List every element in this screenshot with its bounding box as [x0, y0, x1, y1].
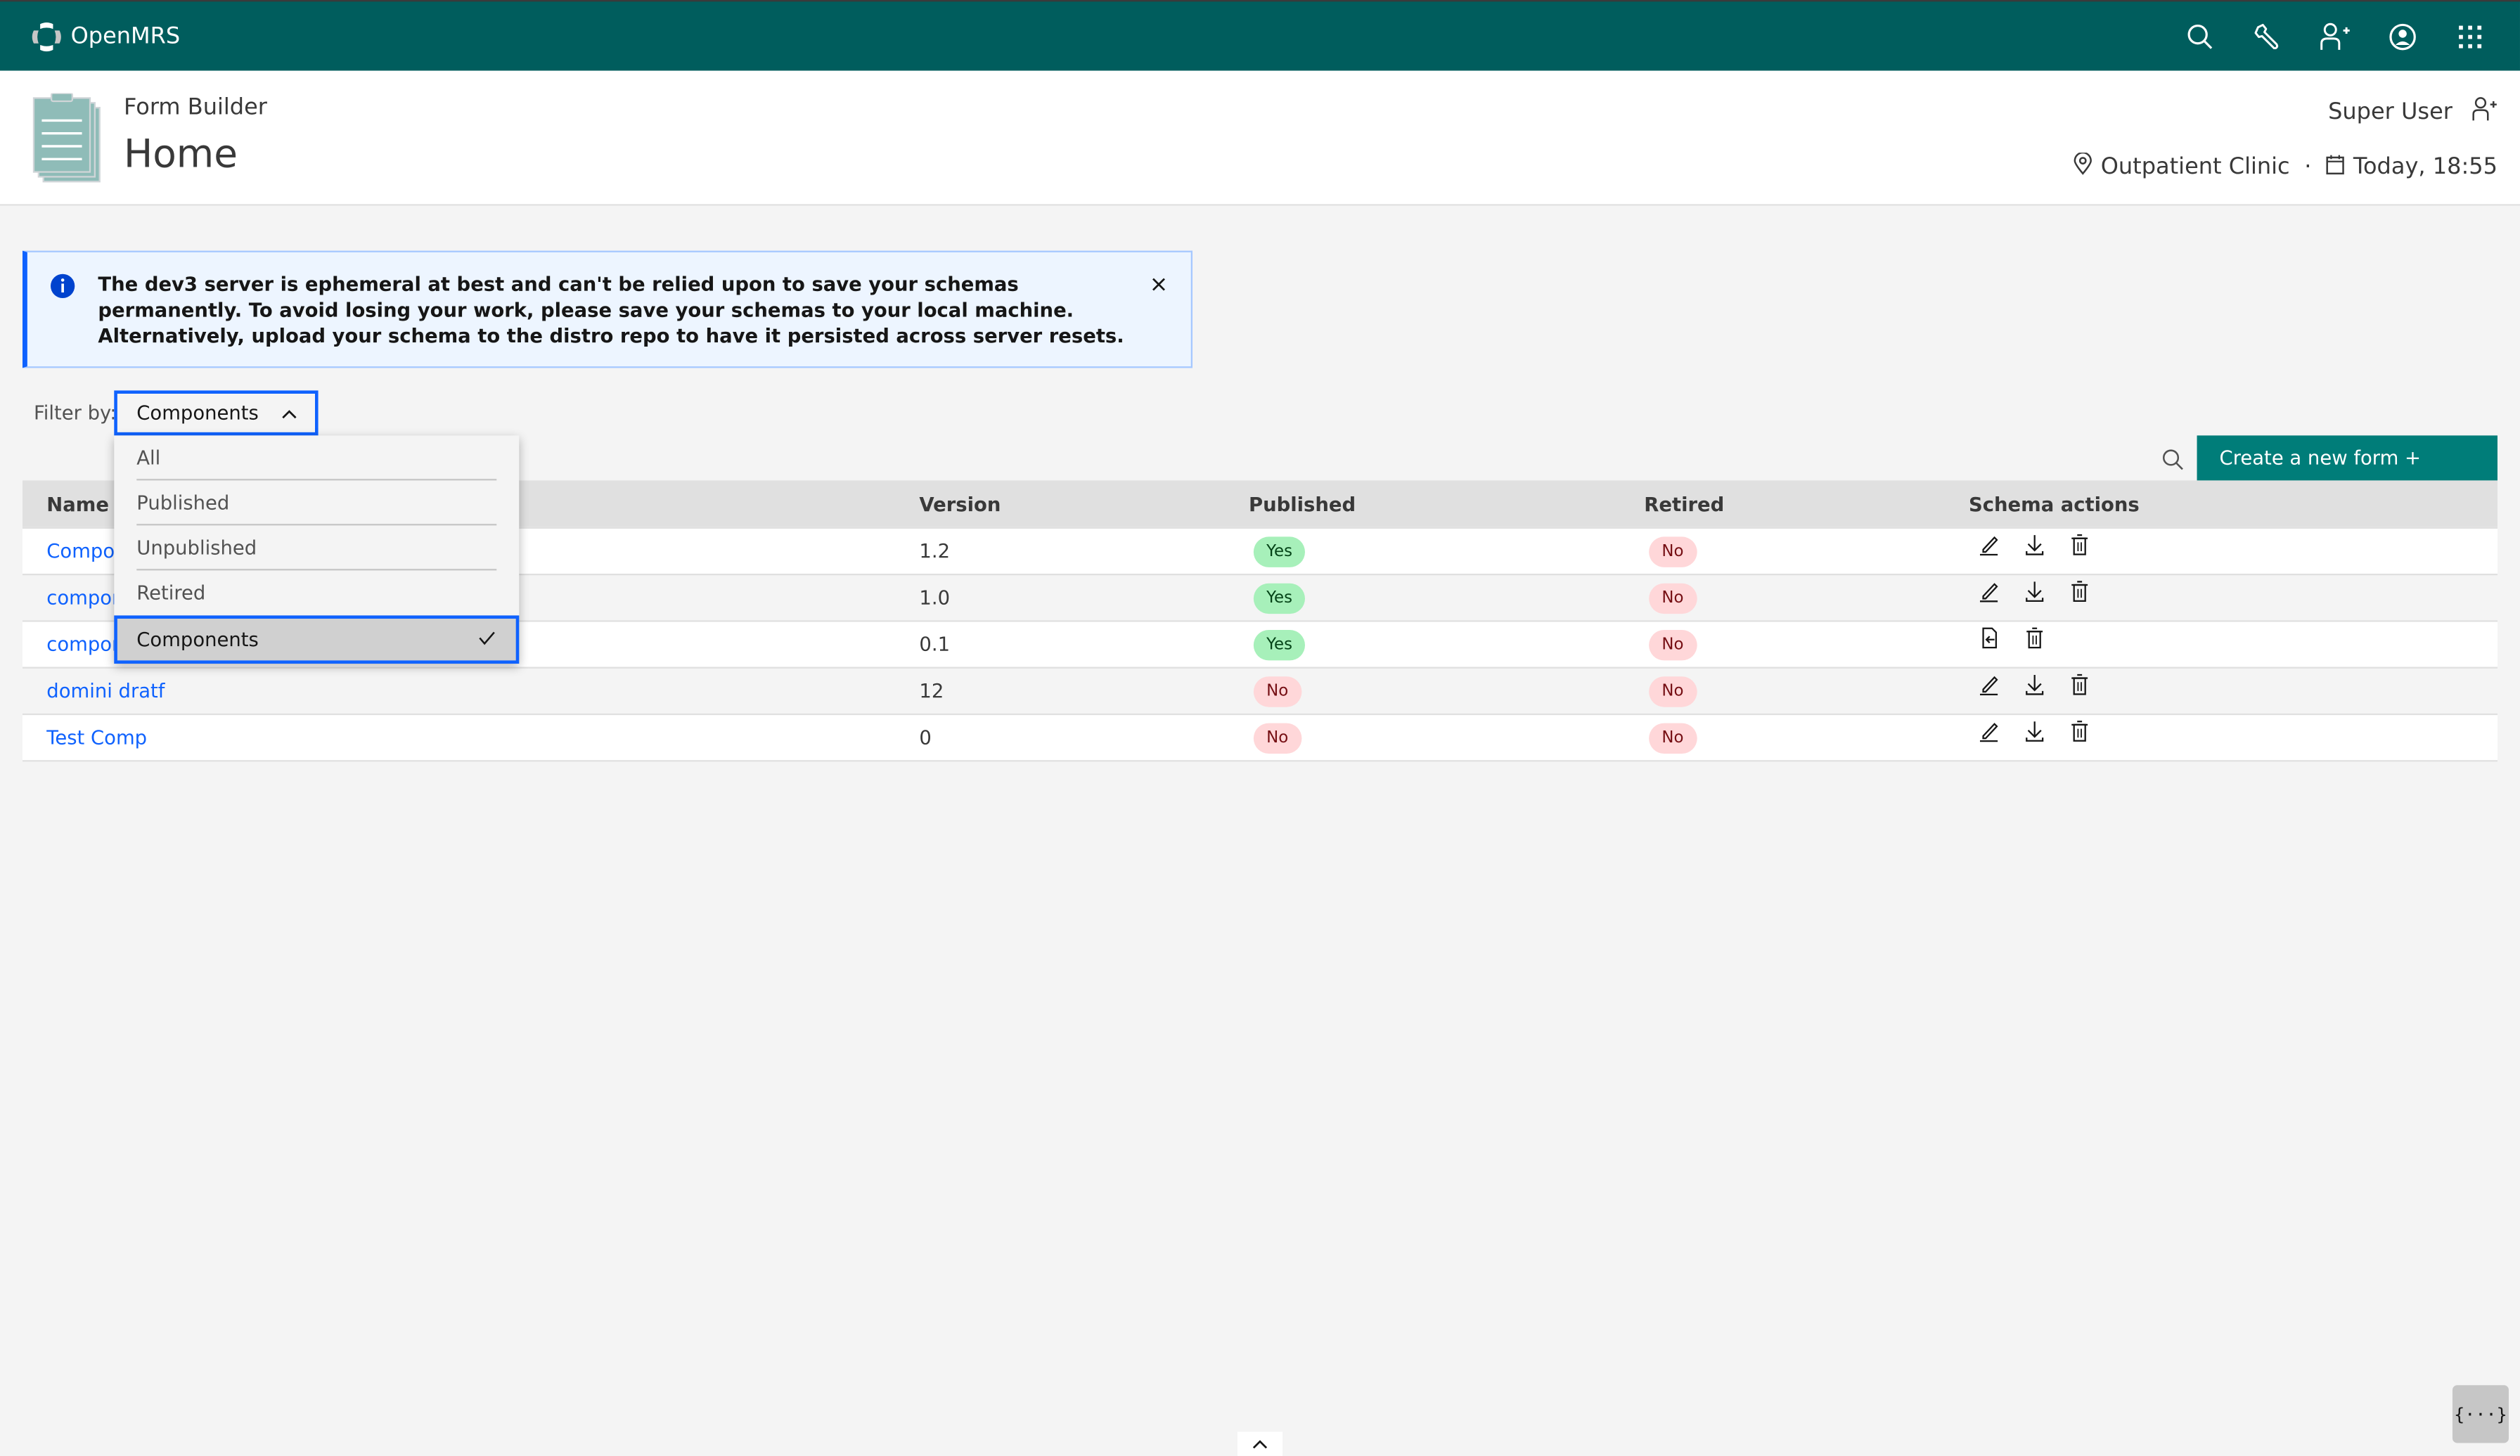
form-name-link[interactable]: compon — [46, 586, 124, 609]
edit-schema-icon[interactable] — [1976, 671, 2002, 697]
filter-option-all[interactable]: All — [114, 435, 519, 481]
chevron-up-icon — [281, 401, 297, 424]
download-schema-icon[interactable] — [2021, 719, 2048, 745]
close-icon[interactable] — [1146, 271, 1172, 297]
schema-actions — [1976, 579, 2092, 605]
table-bottom-border — [22, 760, 2498, 762]
filter-option-label: Unpublished — [136, 536, 257, 560]
current-datetime: Today, 18:55 — [2353, 154, 2498, 180]
published-badge: Yes — [1253, 536, 1306, 567]
openmrs-logo[interactable]: OpenMRS — [29, 19, 180, 54]
delete-schema-icon[interactable] — [2021, 625, 2048, 651]
column-header-name[interactable]: Name — [46, 494, 109, 516]
schema-actions — [1976, 719, 2092, 745]
delete-schema-icon[interactable] — [2066, 579, 2092, 605]
filter-option-label: Retired — [136, 581, 206, 605]
scroll-to-top-button[interactable] — [1237, 1431, 1282, 1456]
app-switcher-icon[interactable] — [2436, 1, 2504, 70]
form-version: 0 — [919, 726, 932, 749]
app-name: Form Builder — [123, 94, 267, 121]
calendar-icon — [2326, 153, 2345, 181]
user-info: Super User — [2328, 96, 2498, 129]
user-name: Super User — [2328, 99, 2452, 126]
published-badge: Yes — [1253, 583, 1306, 614]
form-version: 1.2 — [919, 539, 951, 562]
edit-schema-icon[interactable] — [1976, 579, 2002, 605]
download-schema-icon[interactable] — [2021, 532, 2048, 558]
app-root: OpenMRS Form Builder Home Super User Out… — [0, 0, 2520, 1456]
form-version: 0.1 — [919, 633, 951, 656]
top-navigation-bar: OpenMRS — [0, 0, 2520, 71]
edit-schema-icon[interactable] — [1976, 532, 2002, 558]
filter-option-components[interactable]: Components — [114, 615, 520, 664]
form-name-link[interactable]: compon — [46, 633, 124, 656]
schema-actions — [1976, 671, 2092, 697]
published-badge: No — [1253, 723, 1301, 754]
location-pin-icon — [2074, 151, 2092, 181]
form-version: 12 — [919, 679, 944, 702]
filter-option-label: Components — [136, 628, 259, 651]
table-row: domini dratf 12 No No — [22, 666, 2498, 714]
top-nav-actions — [2166, 1, 2504, 70]
schema-actions — [1976, 625, 2048, 651]
add-patient-icon[interactable] — [2301, 1, 2369, 70]
brand-name: OpenMRS — [70, 24, 181, 50]
retired-badge: No — [1649, 583, 1697, 614]
filter-option-unpublished[interactable]: Unpublished — [114, 525, 519, 571]
notification-message: The dev3 server is ephemeral at best and… — [98, 273, 1124, 347]
retired-badge: No — [1649, 629, 1697, 661]
checkmark-icon — [477, 629, 496, 652]
info-notification: The dev3 server is ephemeral at best and… — [22, 250, 1192, 368]
filter-option-published[interactable]: Published — [114, 480, 519, 526]
import-schema-icon[interactable] — [1976, 625, 2002, 651]
filter-label: Filter by: — [33, 401, 117, 425]
filter-dropdown-menu: All Published Unpublished Retired Components — [114, 435, 520, 664]
chevron-up-icon — [1252, 1440, 1268, 1449]
table-search-icon[interactable] — [2154, 444, 2192, 476]
add-user-icon[interactable] — [2471, 96, 2498, 129]
published-badge: No — [1253, 676, 1301, 707]
user-avatar-icon[interactable] — [2369, 1, 2436, 70]
download-schema-icon[interactable] — [2021, 579, 2048, 605]
delete-schema-icon[interactable] — [2066, 719, 2092, 745]
column-header-published[interactable]: Published — [1249, 494, 1356, 516]
retired-badge: No — [1649, 536, 1697, 567]
form-version: 1.0 — [919, 586, 951, 610]
retired-badge: No — [1649, 723, 1697, 754]
delete-schema-icon[interactable] — [2066, 671, 2092, 697]
search-icon[interactable] — [2166, 1, 2234, 70]
devtools-button[interactable]: {···} — [2452, 1385, 2509, 1443]
column-header-version[interactable]: Version — [919, 494, 1001, 516]
delete-schema-icon[interactable] — [2066, 532, 2092, 558]
page-title: Home — [123, 131, 238, 177]
filter-dropdown[interactable]: Components — [114, 390, 319, 436]
form-name-link[interactable]: domini dratf — [46, 680, 165, 702]
published-badge: Yes — [1253, 629, 1306, 661]
location-name[interactable]: Outpatient Clinic — [2101, 154, 2290, 180]
separator-dot: · — [2304, 154, 2312, 180]
location-date-line: Outpatient Clinic · Today, 18:55 — [2074, 151, 2498, 181]
table-row: Test Comp 0 No No — [22, 713, 2498, 761]
create-new-form-button[interactable]: Create a new form + — [2197, 435, 2498, 481]
clipboard-icon — [32, 92, 103, 190]
form-name-link[interactable]: Test Comp — [46, 726, 147, 749]
edit-schema-icon[interactable] — [1976, 719, 2002, 745]
filter-selected-value: Components — [136, 401, 259, 425]
page-header: Form Builder Home Super User Outpatient … — [0, 70, 2520, 206]
openmrs-logo-icon — [32, 22, 61, 52]
filter-option-retired[interactable]: Retired — [114, 570, 519, 615]
filter-option-label: All — [136, 446, 161, 470]
info-icon — [50, 273, 76, 306]
column-header-schema-actions: Schema actions — [1968, 493, 2140, 516]
schema-actions — [1976, 532, 2092, 558]
download-schema-icon[interactable] — [2021, 671, 2048, 697]
column-header-retired[interactable]: Retired — [1644, 494, 1724, 516]
filter-option-label: Published — [136, 491, 230, 515]
retired-badge: No — [1649, 676, 1697, 707]
wrench-icon[interactable] — [2234, 1, 2301, 70]
